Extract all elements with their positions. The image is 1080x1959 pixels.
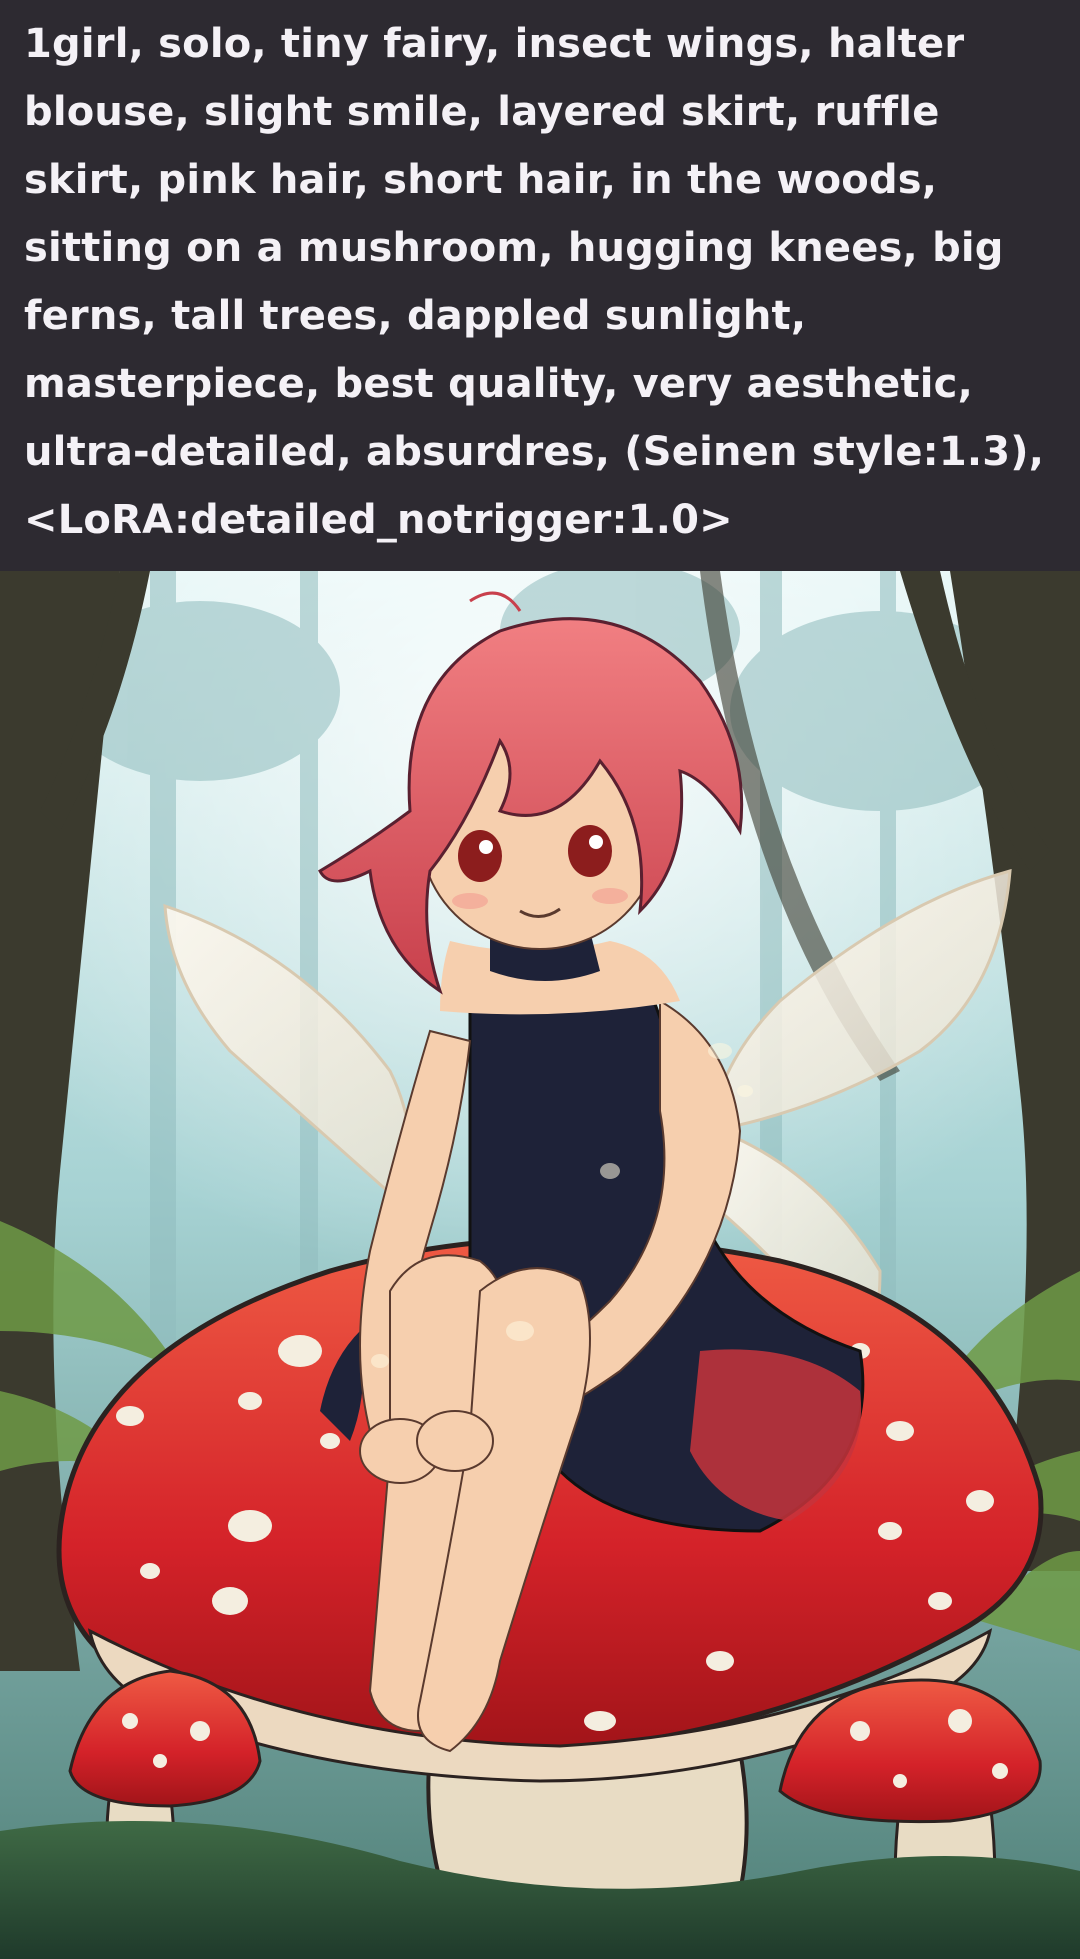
prompt-panel: 1girl, solo, tiny fairy, insect wings, h… <box>0 0 1080 571</box>
fairy-on-mushroom-illustration <box>0 571 1080 1959</box>
generated-artwork <box>0 571 1080 1959</box>
prompt-text: 1girl, solo, tiny fairy, insect wings, h… <box>24 21 1045 543</box>
